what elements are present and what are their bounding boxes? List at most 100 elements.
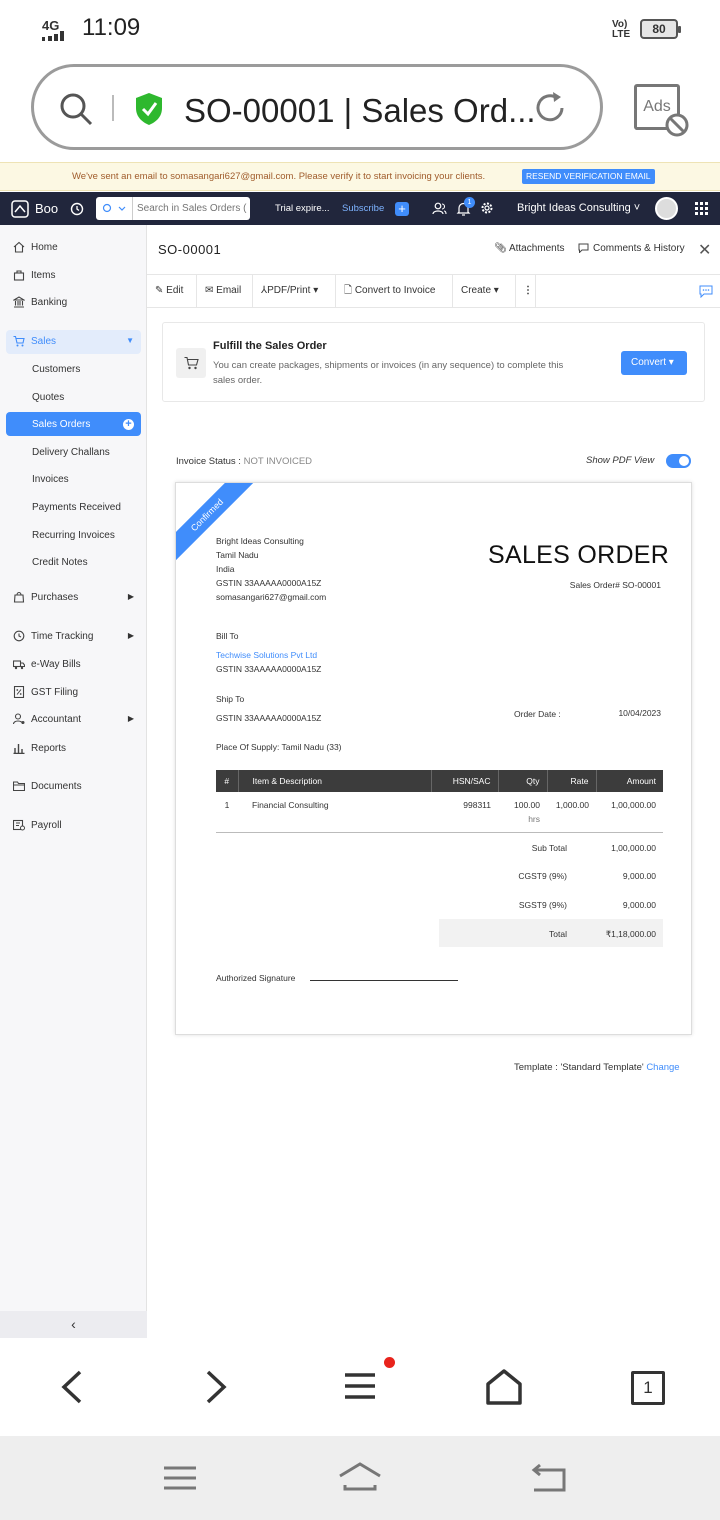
sidebar-item-label: Customers xyxy=(32,364,81,375)
sidebar-item-label: Time Tracking xyxy=(31,631,94,642)
company-state: Tamil Nadu xyxy=(216,550,259,560)
sidebar-item-accountant[interactable]: Accountant ▶ xyxy=(0,708,147,732)
sidebar-item-label: Recurring Invoices xyxy=(32,530,115,541)
invoice-status-label: Invoice Status : xyxy=(176,456,241,467)
org-switcher[interactable]: Bright Ideas Consulting ˅ xyxy=(517,202,640,214)
invoice-status: Invoice Status : NOT INVOICED xyxy=(176,456,312,467)
pencil-icon: ✎ xyxy=(155,285,164,296)
signature-line xyxy=(310,980,458,981)
sidebar-item-eway-bills[interactable]: e-Way Bills xyxy=(0,653,147,677)
convert-button[interactable]: Convert ▾ xyxy=(621,351,687,375)
create-button[interactable]: Create ▾ xyxy=(453,275,516,307)
users-icon[interactable] xyxy=(432,201,447,216)
payroll-icon xyxy=(13,819,25,831)
address-bar[interactable]: SO-00001 | Sales Ord... xyxy=(31,64,603,150)
attachments-button[interactable]: 📎︎ Attachments xyxy=(494,243,565,254)
avatar[interactable] xyxy=(655,197,678,220)
sidebar-item-purchases[interactable]: Purchases ▶ xyxy=(0,586,147,610)
reload-icon[interactable] xyxy=(531,89,569,127)
sidebar-item-credit-notes[interactable]: Credit Notes xyxy=(0,550,147,574)
sidebar-item-label: Accountant xyxy=(31,714,82,725)
company-gstin: GSTIN 33AAAAA0000A15Z xyxy=(216,578,322,588)
sidebar-item-delivery-challans[interactable]: Delivery Challans xyxy=(0,440,147,464)
convert-to-invoice-button[interactable]: 🗋︎ Convert to Invoice xyxy=(336,275,453,307)
cart-icon xyxy=(176,348,206,378)
sidebar-item-payments-received[interactable]: Payments Received xyxy=(0,495,147,519)
sidebar-item-sales-orders[interactable]: Sales Orders + xyxy=(6,412,141,436)
org-short-name[interactable]: Boo xyxy=(35,201,58,216)
sidebar-item-label: Quotes xyxy=(32,392,65,403)
fulfil-card: Fulfill the Sales Order You can create p… xyxy=(162,322,705,402)
system-nav-bar xyxy=(0,1436,720,1520)
chevron-right-icon: ▶ xyxy=(127,631,134,640)
chat-icon[interactable] xyxy=(699,285,713,298)
subscribe-link[interactable]: Subscribe xyxy=(342,203,384,214)
sidebar-item-label: Banking xyxy=(31,297,68,308)
company-country: India xyxy=(216,564,235,574)
sidebar-item-sales[interactable]: Sales ▼ xyxy=(6,330,141,354)
add-sales-order-icon[interactable]: + xyxy=(123,419,134,430)
sidebar-item-label: Invoices xyxy=(32,474,69,485)
home-icon[interactable] xyxy=(484,1368,524,1406)
subtotal-label: Sub Total xyxy=(531,843,567,853)
recent-history-icon[interactable] xyxy=(70,202,84,216)
accountant-icon xyxy=(13,713,25,725)
template-info: Template : 'Standard Template' Change xyxy=(514,1062,680,1073)
sidebar-item-recurring-invoices[interactable]: Recurring Invoices xyxy=(0,523,147,547)
app-logo-icon[interactable] xyxy=(11,200,29,218)
search-input[interactable] xyxy=(132,197,248,220)
edit-button[interactable]: ✎ Edit xyxy=(147,275,197,307)
gear-icon[interactable] xyxy=(480,201,494,215)
pdf-print-button[interactable]: ⅄PDF/Print ▾ xyxy=(253,275,336,307)
system-back-icon[interactable] xyxy=(528,1462,568,1494)
cgst-row: CGST9 (9%) 9,000.00 xyxy=(439,861,663,889)
email-button[interactable]: ✉ Email xyxy=(197,275,253,307)
sidebar-item-banking[interactable]: Banking xyxy=(0,291,147,315)
change-template-link[interactable]: Change xyxy=(646,1062,679,1073)
close-icon[interactable]: ✕ xyxy=(698,240,711,260)
clock-icon xyxy=(13,630,25,642)
pdf-print-label: PDF/Print xyxy=(267,285,311,296)
sidebar-item-time-tracking[interactable]: Time Tracking ▶ xyxy=(0,625,147,649)
sidebar-item-label: Sales Orders xyxy=(32,419,91,430)
resend-verification-button[interactable]: RESEND VERIFICATION EMAIL xyxy=(522,169,655,184)
apps-grid-icon[interactable] xyxy=(695,202,708,215)
more-options-icon[interactable]: ⋮ xyxy=(516,275,536,307)
qty-unit: hrs xyxy=(528,814,540,824)
forward-icon[interactable] xyxy=(202,1369,230,1405)
pdf-view-toggle[interactable] xyxy=(666,454,691,468)
sidebar-item-customers[interactable]: Customers xyxy=(0,357,147,381)
bar-chart-icon xyxy=(13,744,25,754)
quick-create-button[interactable]: + xyxy=(395,202,409,216)
tabs-button[interactable]: 1 xyxy=(631,1371,665,1405)
sidebar-item-invoices[interactable]: Invoices xyxy=(0,467,147,491)
bag-icon xyxy=(13,270,25,281)
browser-bottom-nav: 1 xyxy=(0,1338,720,1436)
search-filter-icon[interactable] xyxy=(102,203,128,215)
home-icon xyxy=(13,241,25,253)
sidebar-item-gst-filing[interactable]: GST Filing xyxy=(0,681,147,705)
menu-icon[interactable] xyxy=(342,1368,382,1404)
shopping-bag-icon xyxy=(13,591,25,603)
sidebar-item-items[interactable]: Items xyxy=(0,264,147,288)
recents-icon[interactable] xyxy=(162,1465,198,1493)
chevron-right-icon: ▶ xyxy=(127,714,134,723)
collapse-sidebar-button[interactable]: ‹ xyxy=(0,1311,147,1338)
total-value: ₹1,18,000.00 xyxy=(605,929,656,939)
search-box[interactable] xyxy=(96,197,250,220)
sidebar-item-reports[interactable]: Reports xyxy=(0,737,147,761)
bill-to-customer-link[interactable]: Techwise Solutions Pvt Ltd xyxy=(216,650,317,660)
sidebar-item-label: Sales xyxy=(31,336,57,347)
action-toolbar: ✎ Edit ✉ Email ⅄PDF/Print ▾ 🗋︎ Convert t… xyxy=(147,274,720,308)
back-icon[interactable] xyxy=(58,1369,86,1405)
cgst-label: CGST9 (9%) xyxy=(518,871,567,881)
sidebar-item-documents[interactable]: Documents xyxy=(0,775,147,799)
sidebar-item-payroll[interactable]: Payroll xyxy=(0,814,147,838)
comments-history-button[interactable]: Comments & History xyxy=(578,243,685,254)
sidebar-item-quotes[interactable]: Quotes xyxy=(0,385,147,409)
chevron-right-icon: ▶ xyxy=(127,592,134,601)
ship-to-label: Ship To xyxy=(216,694,245,704)
ad-block-button[interactable]: Ads xyxy=(634,84,689,137)
sidebar-item-home[interactable]: Home xyxy=(0,236,147,260)
system-home-icon[interactable] xyxy=(336,1461,386,1495)
